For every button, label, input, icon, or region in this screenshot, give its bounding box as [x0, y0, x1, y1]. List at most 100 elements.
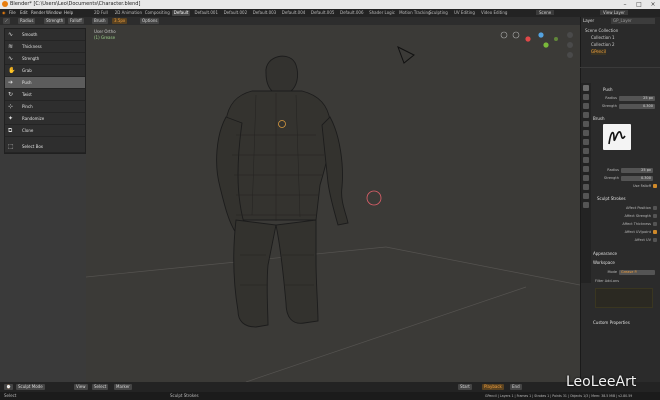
- texture-icon[interactable]: [583, 202, 589, 208]
- radius-field[interactable]: 25 px: [619, 96, 655, 101]
- workspace-tab[interactable]: UV Editing: [452, 10, 477, 16]
- tool-icon[interactable]: [583, 85, 589, 91]
- affect-option-checkbox[interactable]: [653, 206, 657, 210]
- timeline-marker[interactable]: Marker: [114, 384, 132, 390]
- affect-option-checkbox[interactable]: [653, 238, 657, 242]
- affect-option-checkbox[interactable]: [653, 222, 657, 226]
- menu-file[interactable]: File: [9, 10, 16, 15]
- outliner-search[interactable]: GP_Layer: [611, 18, 655, 24]
- header-strength[interactable]: Strength: [44, 18, 66, 24]
- header-options[interactable]: Options: [140, 18, 160, 24]
- constraints-icon[interactable]: [583, 175, 589, 181]
- brush-label: Select Box: [22, 144, 44, 149]
- appearance-header[interactable]: Appearance: [593, 251, 617, 256]
- header-falloff[interactable]: Falloff: [68, 18, 84, 24]
- scene-selector[interactable]: Scene: [536, 10, 555, 15]
- brush-strength-field[interactable]: 0.300: [621, 176, 653, 181]
- view-layer-icon[interactable]: [583, 112, 589, 118]
- workspace-tab[interactable]: Shader Logic: [367, 10, 397, 16]
- brush-item[interactable]: ≋ Thickness: [5, 41, 85, 53]
- brush-item[interactable]: ⬚ Select Box: [5, 141, 85, 153]
- brush-preview-icon[interactable]: [603, 124, 631, 150]
- brush-item[interactable]: ∿ Smooth: [5, 29, 85, 41]
- timeline-select[interactable]: Select: [92, 384, 109, 390]
- smooth-brush-icon: ∿: [8, 31, 14, 38]
- shader-fx-icon[interactable]: [583, 157, 589, 163]
- timeline-start[interactable]: Start: [458, 384, 472, 390]
- output-icon[interactable]: [583, 103, 589, 109]
- data-icon[interactable]: [583, 184, 589, 190]
- menu-help[interactable]: Help: [64, 10, 73, 15]
- header-radius[interactable]: Radius: [18, 18, 36, 24]
- filter-add-ons-label[interactable]: Filter Add-ons: [595, 279, 619, 283]
- render-icon[interactable]: [583, 94, 589, 100]
- header-brush[interactable]: Brush: [92, 18, 108, 24]
- material-icon[interactable]: [583, 193, 589, 199]
- affect-option-label: Affect Strength: [624, 214, 651, 218]
- view-layer-selector[interactable]: View Layer: [600, 10, 628, 15]
- modifiers-icon[interactable]: [583, 148, 589, 154]
- workspace-tab[interactable]: 2D Full: [92, 10, 110, 16]
- blender-menu-icon[interactable]: ◉: [2, 10, 6, 15]
- timeline-editor-icon[interactable]: ⌚: [4, 384, 13, 390]
- workspace-tab[interactable]: Default.004: [280, 10, 308, 16]
- workspace-tab[interactable]: Compositing: [143, 10, 172, 16]
- workspace-tab[interactable]: Default: [171, 10, 191, 16]
- timeline-end[interactable]: End: [510, 384, 522, 390]
- world-icon[interactable]: [583, 130, 589, 136]
- strength-brush-icon: ∿: [8, 55, 14, 62]
- maximize-button[interactable]: □: [632, 0, 646, 9]
- menu-window[interactable]: Window: [46, 10, 62, 15]
- brush-item[interactable]: ∿ Strength: [5, 53, 85, 65]
- brush-item[interactable]: ⊹ Pinch: [5, 101, 85, 113]
- workspace-tab[interactable]: Default.001: [193, 10, 221, 16]
- brush-label: Strength: [22, 56, 40, 61]
- brush-label: Push: [22, 80, 32, 85]
- timeline-view[interactable]: View: [74, 384, 88, 390]
- affect-option-checkbox[interactable]: [653, 230, 657, 234]
- scene-icon[interactable]: [583, 121, 589, 127]
- mode-label: Mode: [607, 270, 617, 274]
- custom-properties-header[interactable]: Custom Properties: [593, 320, 630, 325]
- timeline-playback[interactable]: Playback: [482, 384, 504, 390]
- mode-dropdown[interactable]: ⟋: [3, 18, 10, 24]
- use-falloff-checkbox[interactable]: [653, 184, 657, 188]
- minimize-button[interactable]: –: [618, 0, 632, 9]
- brush-item[interactable]: ➔ Push: [5, 77, 85, 89]
- watermark: LeoLeeArt: [566, 374, 637, 390]
- mode-dropdown[interactable]: Grease P.: [619, 270, 655, 275]
- workspace-tab[interactable]: Default.002: [222, 10, 250, 16]
- brush-item[interactable]: ✋ Grab: [5, 65, 85, 77]
- menu-edit[interactable]: Edit: [20, 10, 28, 15]
- workspace-tab[interactable]: 2D Animation: [113, 10, 144, 16]
- workspace-tab[interactable]: Video Editing: [479, 10, 509, 16]
- 3d-viewport[interactable]: User Ortho (1) Grease: [86, 25, 580, 382]
- close-button[interactable]: ×: [646, 0, 660, 9]
- brush-item[interactable]: ✦ Randomize: [5, 113, 85, 125]
- pinch-brush-icon: ⊹: [8, 103, 14, 110]
- object-icon[interactable]: [583, 139, 589, 145]
- header-radius-value[interactable]: 3.5px: [112, 18, 128, 24]
- workspace-tab[interactable]: Default.005: [309, 10, 337, 16]
- affect-option-checkbox[interactable]: [653, 214, 657, 218]
- outliner-row[interactable]: Collection 1: [591, 35, 615, 41]
- outliner-row[interactable]: Scene Collection: [585, 28, 618, 34]
- outliner-row[interactable]: Collection 2: [591, 42, 615, 48]
- add-ons-list: [595, 288, 653, 308]
- menu-render[interactable]: Render: [31, 10, 45, 15]
- workspace-tab[interactable]: Default.006: [338, 10, 366, 16]
- sculpt-mode-dropdown[interactable]: Sculpt Mode: [16, 384, 45, 390]
- brush-toolbar: ∿ Smooth ≋ Thickness ∿ Strength ✋ Grab ➔ Push ↻ Twi…: [4, 28, 86, 154]
- physics-icon[interactable]: [583, 166, 589, 172]
- sculpt-strokes-header[interactable]: Sculpt Strokes: [597, 196, 626, 201]
- workspace-header[interactable]: Workspace: [593, 260, 615, 265]
- brush-section-header[interactable]: Brush: [593, 116, 605, 121]
- outliner-row[interactable]: GPencil: [591, 49, 606, 55]
- workspace-tab[interactable]: Default.003: [251, 10, 279, 16]
- brush-item[interactable]: ⧉ Clone: [5, 125, 85, 137]
- brush-radius-field[interactable]: 25 px: [621, 168, 653, 173]
- workspace-tab[interactable]: Sculpting: [427, 10, 450, 16]
- affect-option-label: Affect Position: [626, 206, 651, 210]
- brush-item[interactable]: ↻ Twist: [5, 89, 85, 101]
- strength-field[interactable]: 0.300: [619, 104, 655, 109]
